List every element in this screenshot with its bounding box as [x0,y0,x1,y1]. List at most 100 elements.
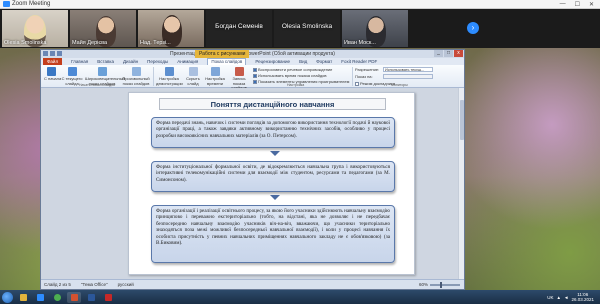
tab-view[interactable]: Вид [299,59,307,64]
tab-transitions[interactable]: Переходы [147,59,168,64]
show-on-label: Показ на: [355,74,373,79]
vertical-scrollbar[interactable] [458,88,464,279]
scroll-thumb[interactable] [460,100,464,140]
slideshow-start-icon [46,67,56,76]
participant-name: Майя Дерієва [72,40,108,46]
checkbox-icon [253,79,257,84]
show-on-dropdown[interactable] [383,74,433,79]
record-show-button[interactable]: Запись показа слайдов [228,67,250,91]
network-icon[interactable]: ▲ [557,295,561,300]
slideshow-current-icon [67,67,77,76]
checkbox-icon [253,73,257,78]
definition-card[interactable]: Форма інституціональної формальної освіт… [151,161,395,192]
checkbox-icon [253,67,257,72]
resolution-label: Разрешение: [355,67,379,72]
slide-canvas[interactable]: Поняття дистанційного навчання Форма пер… [128,92,415,275]
explorer-icon[interactable] [16,292,30,303]
powerpoint-icon[interactable] [67,291,81,303]
participant-name: Над. Терзі... [140,40,171,46]
word-icon[interactable] [84,292,98,303]
hide-slide-label: Скрыть слайд [186,76,200,86]
zoom-slider[interactable] [430,281,460,288]
chrome-icon[interactable] [50,292,64,303]
chevron-right-icon[interactable]: › [467,22,479,34]
arrow-down-icon [270,151,280,156]
group-monitors-label: Мониторы [391,83,408,87]
zoom-logo-icon [3,1,10,7]
maximize-icon[interactable]: ☐ [575,1,580,8]
participant-tile[interactable]: Над. Терзі... [138,10,204,47]
tab-home[interactable]: Главная [71,59,88,64]
definition-card[interactable]: Форма організації і реалізації освітньог… [151,205,395,263]
participant-name: Иван Моск... [344,40,376,46]
participant-tile[interactable]: Богдан Семенів [206,10,272,47]
close-icon[interactable]: ✕ [589,1,594,8]
timings-checkbox[interactable]: Использовать время показа слайдов [253,73,327,78]
slide-editor: Поняття дистанційного навчання Форма пер… [41,88,464,279]
picture-tools-tab[interactable]: Работа с рисунками [195,50,250,58]
powerpoint-window: Работа с рисунками Презентація_вебінар -… [40,49,465,290]
record-icon [234,67,244,76]
participant-tile[interactable]: Olesia Smolinska [2,10,68,47]
zoom-icon[interactable] [33,292,47,303]
group-start-label: Начать показ слайдов [79,83,115,87]
broadcast-icon [97,67,107,76]
rehearse-label: Настройка времени [205,76,225,86]
redo-icon[interactable] [57,51,62,56]
resolution-text: Разрешение: [355,67,380,72]
zoom-control[interactable]: 60% [418,281,464,288]
slide-title[interactable]: Поняття дистанційного навчання [159,98,386,110]
volume-icon[interactable]: ◄ [564,295,568,300]
tab-file[interactable]: Файл [43,58,63,65]
slide-counter: Слайд 2 из 5 [44,282,71,287]
tab-animation[interactable]: Анимация [177,59,198,64]
minimize-icon[interactable]: _ [434,50,443,57]
participant-tile[interactable]: Olesia Smolinska [274,10,340,47]
zoom-level: 60% [418,282,428,287]
participant-name: Olesia Smolinska [4,40,47,46]
tab-format[interactable]: Формат [316,59,332,64]
resolution-dropdown[interactable]: Использовать текущ... [383,67,433,72]
presenter-view-checkbox[interactable]: Режим докладчика [355,81,395,86]
tab-slide-show[interactable]: Показ слайдов [207,58,247,65]
taskbar: UK ▲ ◄ 11:06 26.03.2021 [0,290,600,304]
participant-tile[interactable]: Иван Моск... [342,10,408,47]
tab-design[interactable]: Дизайн [123,59,138,64]
minimize-icon[interactable]: — [560,1,566,8]
ppt-window-controls: _ □ x [434,50,463,57]
save-icon[interactable] [43,51,48,56]
custom-show-label: Произвольный показ слайдов [122,76,150,86]
participant-name: Богдан Семенів [215,23,263,30]
zoom-window-title: Zoom Meeting [12,1,51,7]
tab-foxit[interactable]: Foxit Reader PDF [341,59,377,64]
maximize-icon[interactable]: □ [444,50,453,57]
narration-checkbox[interactable]: Воспроизвести речевое сопровождение [253,67,332,72]
stopwatch-icon [210,67,220,76]
rehearse-timings-button[interactable]: Настройка времени [204,67,226,86]
tab-review[interactable]: Рецензирование [255,59,290,64]
zoom-slider-thumb[interactable] [440,281,442,288]
clock[interactable]: 11:06 26.03.2021 [571,292,594,302]
participant-tile[interactable]: Майя Дерієва [70,10,136,47]
setup-show-button[interactable]: Настройка демонстрации [156,67,183,86]
clock-date: 26.03.2021 [571,297,594,302]
ribbon-tabs: Файл Главная Вставка Дизайн Переходы Ани… [41,58,464,65]
undo-icon[interactable] [50,51,55,56]
timings-label: Использовать время показа слайдов [258,73,327,78]
narration-label: Воспроизвести речевое сопровождение [258,67,333,72]
hide-slide-button[interactable]: Скрыть слайд [184,67,202,86]
pdf-icon[interactable] [101,292,115,303]
setup-label: Настройка демонстрации [156,76,183,86]
from-start-button[interactable]: С начала [44,67,62,82]
from-start-label: С начала [44,76,62,81]
window-controls: — ☐ ✕ [560,1,600,8]
custom-show-button[interactable]: Произвольный показ слайдов [121,67,151,86]
definition-card[interactable]: Форма передачі знань, навичок і системи … [151,117,395,148]
language-indicator[interactable]: UK [547,295,553,300]
ribbon-separator [153,67,154,86]
group-setup-label: Настройка [287,83,305,87]
tab-insert[interactable]: Вставка [97,59,114,64]
participant-name: Olesia Smolinska [281,23,333,30]
start-icon[interactable] [2,291,13,303]
close-icon[interactable]: x [454,50,463,57]
